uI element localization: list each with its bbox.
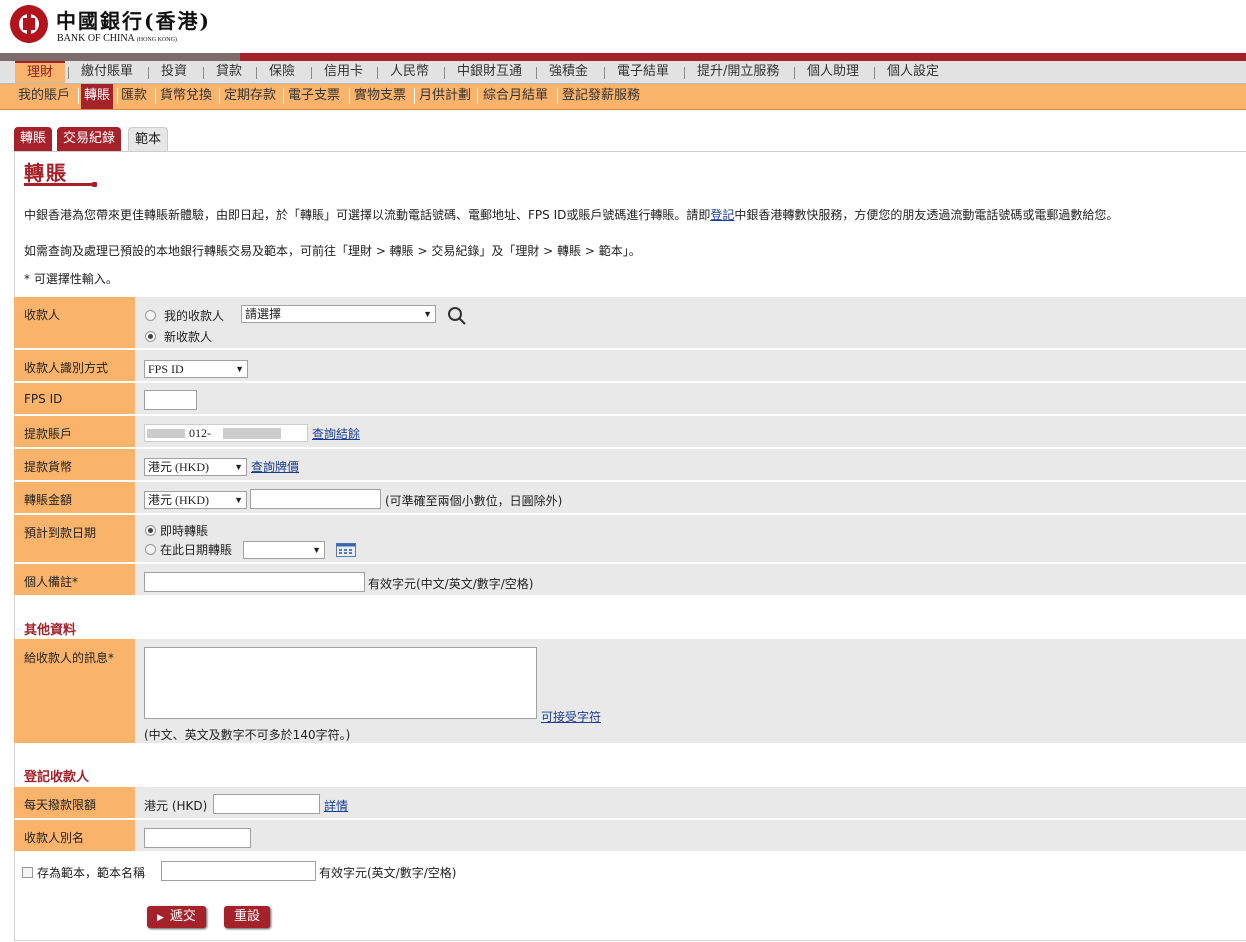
memo-hint: 有效字元(中文/英文/數字/空格) (368, 577, 534, 591)
nav-main-item-1[interactable]: 繳付賬單 (81, 61, 133, 83)
fps-id-input[interactable] (144, 390, 197, 410)
nav-main-item-6[interactable]: 人民幣 (390, 61, 429, 83)
amount-input[interactable] (250, 489, 381, 509)
payee-alias-label: 收款人別名 (24, 831, 85, 845)
nav-sub-item-1[interactable]: 轉賬 (81, 84, 114, 109)
page-title: 轉賬 (24, 161, 68, 185)
rate-inquiry-link[interactable]: 查詢牌價 (251, 458, 299, 475)
tab-transaction-record[interactable]: 交易紀錄 (57, 127, 122, 151)
debit-account-select[interactable]: 012- (144, 424, 308, 442)
nav-sub-item-6[interactable]: 實物支票 (354, 84, 406, 109)
memo-label: 個人備註* (24, 575, 79, 589)
acceptable-chars-link[interactable]: 可接受字符 (541, 708, 601, 725)
nav-main-item-10[interactable]: 提升/開立服務 (697, 61, 779, 83)
register-link[interactable]: 登記 (710, 208, 734, 222)
calendar-icon[interactable] (336, 543, 356, 557)
logo-chinese-name: 中國銀行(香港) (56, 9, 211, 33)
debit-account-row: 提款賬戶 012- 查詢結餘 (14, 416, 1246, 447)
my-payee-radio[interactable] (145, 310, 156, 321)
new-payee-radio[interactable] (145, 331, 156, 342)
transfer-on-date-radio[interactable] (145, 544, 156, 555)
new-payee-label: 新收款人 (164, 330, 213, 344)
nav-sub-item-4[interactable]: 定期存款 (224, 84, 276, 109)
play-icon: ▶ (157, 913, 164, 923)
save-template-label: 存為範本，範本名稱 (37, 866, 146, 880)
logo-english-name: BANK OF CHINA (HONG KONG) (57, 33, 177, 44)
nav-main-item-0[interactable]: 理財 (15, 61, 66, 83)
register-payee-title: 登記收款人 (24, 770, 90, 785)
daily-limit-row: 每天撥款限額 港元 (HKD) 詳情 (14, 787, 1246, 818)
balance-inquiry-link[interactable]: 查詢結餘 (312, 425, 360, 442)
memo-row: 個人備註* 有效字元(中文/英文/數字/空格) (14, 564, 1246, 595)
reset-button[interactable]: 重設 (224, 906, 271, 928)
transfer-date-select[interactable] (243, 541, 325, 559)
nav-sub-item-7[interactable]: 月供計劃 (419, 84, 471, 109)
nav-main-item-8[interactable]: 強積金 (549, 61, 588, 83)
header: 中國銀行(香港) BANK OF CHINA (HONG KONG) (0, 0, 1246, 52)
transfer-now-label: 即時轉賬 (160, 524, 209, 538)
fps-id-row: FPS ID (14, 383, 1246, 414)
payee-row: 收款人 我的收款人 請選擇 新收款人 (14, 297, 1246, 348)
message-label: 給收款人的訊息* (24, 651, 115, 665)
daily-limit-input[interactable] (213, 794, 320, 814)
other-info-title: 其他資料 (24, 623, 77, 638)
nav-sub-item-5[interactable]: 電子支票 (288, 84, 340, 109)
nav-sub-item-0[interactable]: 我的賬戶 (18, 84, 70, 109)
date-label: 預計到款日期 (24, 526, 97, 540)
daily-limit-label: 每天撥款限額 (24, 798, 97, 812)
main-nav: 理財 繳付賬單 投資 貸款 保險 信用卡 人民幣 中銀財互通 強積金 電子結單 … (0, 61, 1246, 84)
save-template-checkbox[interactable] (22, 867, 33, 878)
payee-alias-input[interactable] (144, 828, 251, 848)
submit-button[interactable]: ▶ 遞交 (147, 906, 206, 928)
payee-alias-row: 收款人別名 (14, 820, 1246, 851)
message-hint: (中文、英文及數字不可多於140字符。) (144, 728, 351, 742)
nav-main-item-3[interactable]: 貸款 (216, 61, 242, 83)
daily-limit-currency: 港元 (HKD) (144, 799, 208, 813)
date-row: 預計到款日期 即時轉賬 在此日期轉賬 (14, 515, 1246, 562)
message-textarea[interactable] (144, 647, 537, 719)
nav-main-item-7[interactable]: 中銀財互通 (457, 61, 522, 83)
my-payee-label: 我的收款人 (164, 309, 225, 323)
nav-main-item-4[interactable]: 保險 (269, 61, 295, 83)
limit-detail-link[interactable]: 詳情 (324, 797, 348, 814)
nav-sub-item-2[interactable]: 匯款 (121, 84, 147, 109)
debit-account-label: 提款賬戶 (24, 427, 73, 441)
payee-label: 收款人 (24, 308, 61, 322)
boc-logo-icon[interactable] (10, 5, 48, 43)
tab-template[interactable]: 範本 (128, 127, 169, 151)
nav-main-item-2[interactable]: 投資 (161, 61, 187, 83)
id-method-label: 收款人識別方式 (24, 361, 109, 375)
memo-input[interactable] (144, 572, 365, 592)
transfer-now-radio[interactable] (145, 525, 156, 536)
nav-main-item-5[interactable]: 信用卡 (324, 61, 363, 83)
header-divider (0, 53, 1246, 61)
currency-select[interactable]: 港元 (HKD) (144, 458, 247, 476)
nav-main-item-12[interactable]: 個人設定 (887, 61, 939, 83)
amount-hint: (可準確至兩個小數位，日圓除外) (385, 494, 563, 508)
message-row: 給收款人的訊息* 可接受字符 (中文、英文及數字不可多於140字符。) (14, 639, 1246, 743)
intro-line-1: 中銀香港為您帶來更佳轉賬新體驗，由即日起，於「轉賬」可選擇以流動電話號碼、電郵地… (24, 208, 1119, 222)
currency-label: 提款貨幣 (24, 460, 73, 474)
nav-main-item-11[interactable]: 個人助理 (807, 61, 859, 83)
nav-sub-item-3[interactable]: 貨幣兌換 (160, 84, 212, 109)
optional-note: * 可選擇性輸入。 (24, 272, 118, 286)
id-method-select[interactable]: FPS ID (144, 360, 248, 378)
amount-label: 轉賬金額 (24, 493, 73, 507)
template-name-hint: 有效字元(英文/數字/空格) (319, 866, 457, 880)
amount-row: 轉賬金額 港元 (HKD) (可準確至兩個小數位，日圓除外) (14, 482, 1246, 513)
amount-currency-select[interactable]: 港元 (HKD) (144, 491, 247, 509)
nav-sub-item-9[interactable]: 登記發薪服務 (562, 84, 640, 109)
nav-main-item-9[interactable]: 電子結單 (617, 61, 669, 83)
currency-row: 提款貨幣 港元 (HKD) 查詢牌價 (14, 449, 1246, 480)
intro-line-2: 如需查詢及處理已預設的本地銀行轉賬交易及範本，可前往「理財 > 轉賬 > 交易紀… (24, 244, 641, 258)
id-method-row: 收款人識別方式 FPS ID (14, 350, 1246, 381)
search-icon[interactable] (447, 306, 467, 326)
payee-select[interactable]: 請選擇 (241, 305, 436, 323)
nav-sub-item-8[interactable]: 綜合月結單 (483, 84, 548, 109)
sub-nav: 我的賬戶 轉賬 匯款 貨幣兌換 定期存款 電子支票 實物支票 月供計劃 綜合月結… (0, 84, 1246, 110)
template-name-input[interactable] (161, 861, 316, 881)
transfer-on-date-label: 在此日期轉賬 (160, 543, 233, 557)
tab-transfer[interactable]: 轉賬 (14, 127, 53, 151)
fps-id-label: FPS ID (24, 392, 63, 406)
